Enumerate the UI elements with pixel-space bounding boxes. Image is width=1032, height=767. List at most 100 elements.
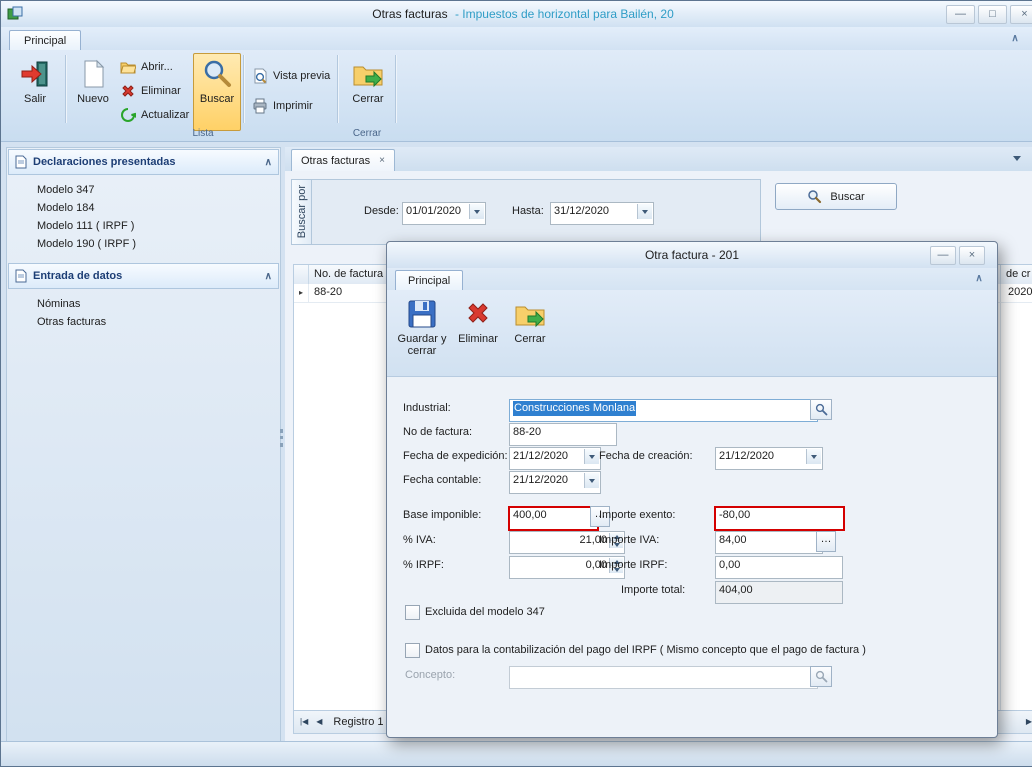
sidebar-item-modelo-184[interactable]: Modelo 184 — [37, 199, 95, 217]
magnifier-icon — [815, 670, 828, 683]
vista-previa-icon — [252, 68, 268, 84]
actualizar-icon — [120, 107, 136, 123]
group-label-lista: Lista — [169, 128, 237, 139]
cerrar-label: Cerrar — [352, 93, 383, 105]
desde-label: Desde: — [364, 202, 399, 221]
magnifier-icon — [815, 403, 828, 416]
fecha-creacion-input[interactable]: 21/12/2020 — [715, 447, 823, 470]
excluida-checkbox[interactable] — [405, 605, 420, 620]
sidebar-item-modelo-111[interactable]: Modelo 111 ( IRPF ) — [37, 217, 134, 235]
minimize-icon[interactable]: — — [946, 5, 975, 24]
importe-exento-input[interactable]: -80,00 — [714, 506, 845, 531]
sidebar-item-modelo-347[interactable]: Modelo 347 — [37, 181, 95, 199]
ribbon-collapse-icon[interactable]: ∧ — [1007, 31, 1023, 47]
hasta-date-input[interactable]: 31/12/2020 — [550, 202, 654, 225]
sidebar-item-modelo-190[interactable]: Modelo 190 ( IRPF ) — [37, 235, 136, 253]
datos-irpf-checkbox[interactable] — [405, 643, 420, 658]
collapse-icon[interactable]: ∧ — [265, 157, 272, 168]
sidebar-item-nominas[interactable]: Nóminas — [37, 295, 80, 313]
desde-date-input[interactable]: 01/01/2020 — [402, 202, 486, 225]
dialog-title: Otra factura - 201 — [387, 248, 997, 262]
guardar-cerrar-button[interactable]: Guardar y cerrar — [395, 295, 449, 374]
importe-irpf-input[interactable]: 0,00 — [715, 556, 843, 579]
ribbon-separator — [395, 55, 396, 123]
dialog-cerrar-button[interactable]: Cerrar — [507, 295, 553, 374]
tab-otras-facturas[interactable]: Otras facturas × — [291, 149, 395, 172]
base-imponible-label: Base imponible: — [403, 506, 481, 525]
eliminar-icon — [463, 298, 493, 330]
eliminar-icon — [120, 83, 136, 99]
industrial-label: Industrial: — [403, 399, 451, 418]
excluida-checkbox-label: Excluida del modelo 347 — [425, 605, 545, 619]
importe-total-label: Importe total: — [621, 581, 685, 600]
nav-first-icon[interactable]: |◀ — [297, 714, 311, 730]
grid-indicator-header — [294, 265, 309, 285]
concepto-input — [509, 666, 818, 689]
dialog-eliminar-label: Eliminar — [458, 333, 498, 345]
dialog-collapse-icon[interactable]: ∧ — [971, 271, 987, 287]
pct-irpf-label: % IRPF: — [403, 556, 444, 575]
industrial-input[interactable]: Construcciones Monlana — [509, 399, 818, 422]
otra-factura-dialog: Otra factura - 201 — × Principal ∧ Guard… — [386, 241, 998, 738]
section-declaraciones-title: Declaraciones presentadas — [33, 156, 175, 168]
dialog-tab-principal[interactable]: Principal — [395, 270, 463, 291]
ribbon-separator — [243, 55, 244, 123]
ribbon-separator — [65, 55, 66, 123]
actualizar-button[interactable]: Actualizar — [117, 104, 192, 126]
dialog-close-icon[interactable]: × — [959, 246, 985, 265]
nav-prev-icon[interactable]: ◀ — [313, 714, 325, 730]
title-bar: Otras facturas - Impuestos de horizontal… — [1, 1, 1032, 28]
collapse-icon[interactable]: ∧ — [265, 271, 272, 282]
vista-previa-button[interactable]: Vista previa — [249, 65, 333, 87]
maximize-icon[interactable]: □ — [978, 5, 1007, 24]
nuevo-label: Nuevo — [77, 93, 109, 105]
imprimir-button[interactable]: Imprimir — [249, 95, 316, 117]
base-imponible-input[interactable]: 400,00 — [508, 506, 599, 531]
fecha-contable-input[interactable]: 21/12/2020 — [509, 471, 601, 494]
section-declaraciones-header[interactable]: Declaraciones presentadas ∧ — [8, 149, 279, 175]
fecha-expedicion-dropdown-icon[interactable] — [584, 449, 599, 464]
grid-column-line — [1000, 284, 1001, 710]
buscar-search-button[interactable]: Buscar — [775, 183, 897, 210]
fecha-contable-dropdown-icon[interactable] — [584, 473, 599, 488]
importe-exento-label: Importe exento: — [599, 506, 675, 525]
fecha-creacion-dropdown-icon[interactable] — [806, 449, 821, 464]
no-factura-label: No de factura: — [403, 423, 472, 442]
grid-header-fragment[interactable]: de cr — [1006, 265, 1030, 283]
document-tab-strip: Otras facturas × — [285, 147, 1032, 172]
salir-button[interactable]: Salir — [9, 53, 61, 131]
buscar-button[interactable]: Buscar — [193, 53, 241, 131]
buscar-icon — [202, 58, 232, 90]
sidebar-item-otras-facturas[interactable]: Otras facturas — [37, 313, 106, 331]
section-entrada-header[interactable]: Entrada de datos ∧ — [8, 263, 279, 289]
eliminar-button[interactable]: Eliminar — [117, 80, 184, 102]
desde-dropdown-icon[interactable] — [469, 204, 484, 219]
fecha-expedicion-input[interactable]: 21/12/2020 — [509, 447, 601, 470]
buscar-label: Buscar — [200, 93, 234, 105]
importe-iva-ellipsis-button[interactable]: … — [816, 531, 836, 552]
dialog-eliminar-button[interactable]: Eliminar — [453, 295, 503, 374]
section-entrada-title: Entrada de datos — [33, 270, 122, 282]
dialog-minimize-icon[interactable]: — — [930, 246, 956, 265]
abrir-label: Abrir... — [141, 61, 173, 73]
importe-iva-input[interactable]: 84,00 — [715, 531, 823, 554]
nuevo-button[interactable]: Nuevo — [69, 53, 117, 131]
sidebar: Declaraciones presentadas ∧ Modelo 347 M… — [6, 147, 281, 742]
no-factura-input[interactable]: 88-20 — [509, 423, 617, 446]
nuevo-icon — [77, 58, 109, 90]
close-icon[interactable]: × — [1010, 5, 1032, 24]
fecha-creacion-label: Fecha de creación: — [599, 447, 693, 466]
tab-list-dropdown-icon[interactable] — [1013, 156, 1021, 161]
importe-irpf-label: Importe IRPF: — [599, 556, 667, 575]
hasta-dropdown-icon[interactable] — [637, 204, 652, 219]
industrial-lookup-button[interactable] — [810, 399, 832, 420]
abrir-button[interactable]: Abrir... — [117, 56, 176, 78]
cerrar-button[interactable]: Cerrar — [343, 53, 393, 131]
scroll-right-icon[interactable]: ▶ — [1023, 714, 1032, 730]
tab-close-icon[interactable]: × — [379, 156, 385, 166]
dialog-tab-strip: Principal ∧ — [387, 268, 997, 290]
tab-principal[interactable]: Principal — [9, 30, 81, 51]
status-bar — [1, 741, 1032, 767]
buscar-por-panel-tab[interactable]: Buscar por — [291, 179, 313, 245]
dialog-title-bar: Otra factura - 201 — × — [387, 242, 997, 269]
